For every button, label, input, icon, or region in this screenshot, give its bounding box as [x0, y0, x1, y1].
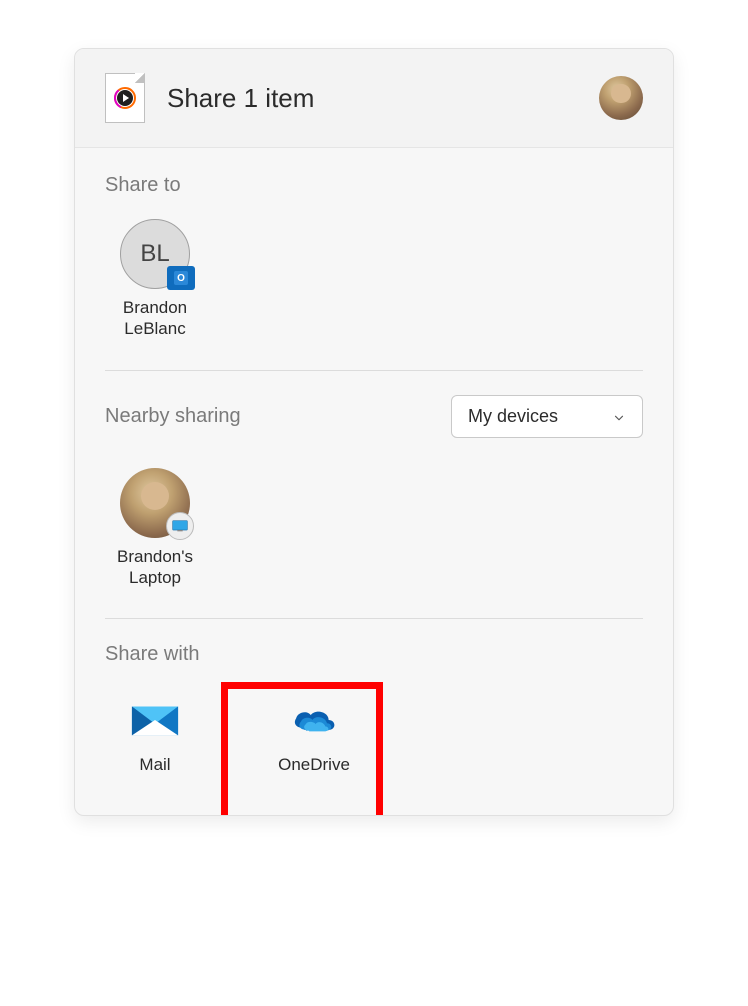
share-to-label: Share to [105, 174, 643, 197]
device-avatar [120, 468, 190, 538]
device-tile[interactable]: Brandon's Laptop [105, 468, 205, 589]
dropdown-value: My devices [468, 406, 558, 427]
nearby-header-row: Nearby sharing My devices [105, 395, 643, 438]
share-body: Share to BL O Brandon LeBlanc Nearby sha… [75, 148, 673, 815]
contact-initials: BL [140, 240, 169, 268]
file-thumbnail-icon [105, 73, 145, 123]
chevron-down-icon [612, 409, 626, 423]
device-name: Brandon's Laptop [105, 546, 205, 589]
nearby-scope-dropdown[interactable]: My devices [451, 395, 643, 438]
nearby-devices-row: Brandon's Laptop [105, 468, 643, 589]
app-tile-mail[interactable]: Mail [105, 694, 205, 775]
contact-avatar-initials: BL O [120, 219, 190, 289]
app-label: Mail [139, 754, 170, 775]
share-with-row: Mail OneDrive [105, 688, 643, 775]
monitor-icon [166, 512, 194, 540]
outlook-badge-icon: O [167, 266, 195, 290]
divider [105, 370, 643, 371]
share-header: Share 1 item [75, 49, 673, 148]
divider [105, 618, 643, 619]
app-tile-onedrive[interactable]: OneDrive [239, 694, 389, 775]
app-label: OneDrive [278, 754, 350, 775]
onedrive-icon [288, 694, 340, 746]
share-panel: Share 1 item Share to BL O Brandon LeBla… [74, 48, 674, 816]
user-avatar[interactable] [599, 76, 643, 120]
contact-tile[interactable]: BL O Brandon LeBlanc [105, 219, 205, 340]
contact-name: Brandon LeBlanc [105, 297, 205, 340]
nearby-sharing-label: Nearby sharing [105, 405, 241, 428]
share-title: Share 1 item [167, 83, 599, 114]
share-with-label: Share with [105, 643, 643, 666]
mail-icon [129, 694, 181, 746]
share-to-row: BL O Brandon LeBlanc [105, 219, 643, 340]
